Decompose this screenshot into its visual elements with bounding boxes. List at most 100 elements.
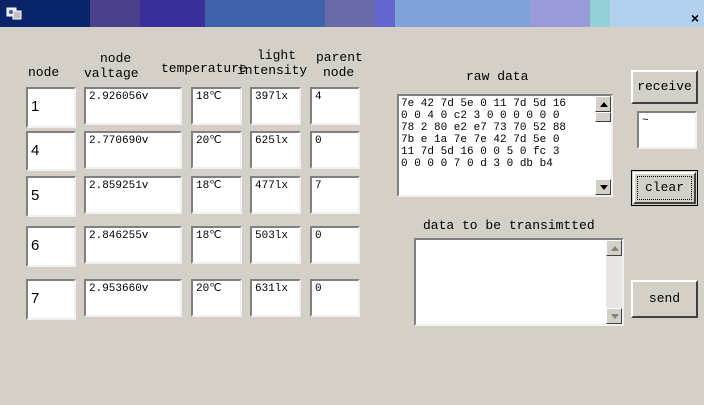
- header-light-line2: intensity: [237, 63, 308, 78]
- parent-node-field[interactable]: 0: [310, 279, 360, 317]
- raw-data-textarea[interactable]: 7e 42 7d 5e 0 11 7d 5d 16 0 0 4 0 c2 3 0…: [397, 94, 613, 197]
- down-arrow-icon: [600, 185, 608, 190]
- light-field[interactable]: 631lx: [250, 279, 301, 317]
- clear-button[interactable]: clear: [631, 170, 698, 206]
- down-arrow-icon: [611, 314, 619, 319]
- scroll-down-button[interactable]: [606, 308, 622, 324]
- temperature-field[interactable]: 18℃: [191, 226, 242, 264]
- temperature-field[interactable]: 20℃: [191, 279, 242, 317]
- raw-data-scrollbar[interactable]: [595, 96, 611, 195]
- title-bar: [0, 0, 704, 27]
- receive-button-label: receive: [637, 79, 692, 94]
- title-segment: [530, 0, 590, 27]
- node-id-value: 1: [31, 98, 40, 115]
- temperature-value: 18℃: [196, 91, 222, 103]
- parent-node-value: 4: [315, 91, 322, 103]
- voltage-field[interactable]: 2.926056v: [84, 87, 182, 125]
- light-value: 477lx: [255, 180, 289, 192]
- node-id-value: 4: [31, 142, 40, 159]
- voltage-field[interactable]: 2.953660v: [84, 279, 182, 317]
- voltage-value: 2.953660v: [89, 283, 149, 295]
- node-id-field[interactable]: 1: [26, 87, 76, 128]
- header-voltage-line1: node: [100, 51, 132, 66]
- transmit-scrollbar[interactable]: [606, 240, 622, 324]
- light-field[interactable]: 503lx: [250, 226, 301, 264]
- clear-button-label: clear: [644, 180, 684, 195]
- parent-node-value: 0: [315, 135, 322, 147]
- raw-data-line: 7e 42 7d 5e 0 11 7d 5d 16: [401, 98, 567, 110]
- title-segment: [90, 0, 140, 27]
- raw-data-content: 7e 42 7d 5e 0 11 7d 5d 16 0 0 4 0 c2 3 0…: [401, 98, 566, 170]
- temperature-value: 20℃: [196, 135, 222, 147]
- header-light-line1: light: [257, 48, 297, 63]
- header-parent-line2: node: [323, 65, 355, 80]
- node-id-value: 5: [31, 187, 40, 204]
- temperature-field[interactable]: 18℃: [191, 176, 242, 214]
- light-value: 503lx: [255, 230, 289, 242]
- clear-button-bevel: clear: [633, 172, 696, 204]
- scroll-thumb[interactable]: [595, 112, 611, 122]
- parent-node-field[interactable]: 7: [310, 176, 360, 214]
- raw-data-label: raw data: [466, 69, 529, 84]
- send-button-label: send: [648, 291, 681, 306]
- voltage-field[interactable]: 2.846255v: [84, 226, 182, 264]
- receive-field-value: ~: [642, 115, 649, 127]
- temperature-value: 20℃: [196, 283, 222, 295]
- raw-data-line: 0 0 0 0 7 0 d 3 0 db b4: [401, 158, 553, 170]
- parent-node-value: 0: [315, 283, 322, 295]
- receive-button[interactable]: receive: [631, 70, 698, 104]
- header-temperature: temperature: [161, 61, 247, 76]
- node-id-value: 7: [31, 290, 40, 307]
- focus-rect: clear: [637, 176, 692, 200]
- title-segment: [325, 0, 375, 27]
- scroll-down-button[interactable]: [595, 179, 611, 195]
- header-voltage-line2: valtage: [84, 66, 139, 81]
- app-icon: [5, 5, 23, 21]
- light-field[interactable]: 625lx: [250, 131, 301, 169]
- parent-node-value: 0: [315, 230, 322, 242]
- voltage-value: 2.926056v: [89, 91, 149, 103]
- up-arrow-icon: [611, 246, 619, 251]
- header-parent-line1: parent: [316, 50, 363, 65]
- receive-field[interactable]: ~: [637, 111, 697, 149]
- raw-data-line: 7b e 1a 7e 7e 42 7d 5e 0: [401, 134, 560, 146]
- title-segment: [140, 0, 205, 27]
- node-id-field[interactable]: 5: [26, 176, 76, 217]
- title-segment: [205, 0, 325, 27]
- voltage-field[interactable]: 2.859251v: [84, 176, 182, 214]
- close-button[interactable]: ×: [686, 10, 704, 26]
- parent-node-field[interactable]: 0: [310, 131, 360, 169]
- light-field[interactable]: 477lx: [250, 176, 301, 214]
- header-node: node: [28, 65, 60, 80]
- node-id-field[interactable]: 6: [26, 226, 76, 267]
- close-icon: ×: [690, 10, 700, 26]
- voltage-field[interactable]: 2.770690v: [84, 131, 182, 169]
- light-field[interactable]: 397lx: [250, 87, 301, 125]
- light-value: 631lx: [255, 283, 289, 295]
- node-id-field[interactable]: 7: [26, 279, 76, 320]
- voltage-value: 2.859251v: [89, 180, 149, 192]
- temperature-field[interactable]: 18℃: [191, 87, 242, 125]
- parent-node-field[interactable]: 0: [310, 226, 360, 264]
- node-id-value: 6: [31, 237, 40, 254]
- node-id-field[interactable]: 4: [26, 131, 76, 171]
- up-arrow-icon: [600, 102, 608, 107]
- temperature-field[interactable]: 20℃: [191, 131, 242, 169]
- transmit-label: data to be transimtted: [423, 218, 595, 233]
- parent-node-field[interactable]: 4: [310, 87, 360, 125]
- scroll-up-button[interactable]: [595, 96, 611, 112]
- title-segment: [590, 0, 610, 27]
- raw-data-line: 0 0 4 0 c2 3 0 0 0 0 0 0: [401, 110, 560, 122]
- voltage-value: 2.846255v: [89, 230, 149, 242]
- raw-data-line: 11 7d 5d 16 0 0 5 0 fc 3: [401, 146, 560, 158]
- title-segment: [375, 0, 395, 27]
- light-value: 625lx: [255, 135, 289, 147]
- parent-node-value: 7: [315, 180, 322, 192]
- temperature-value: 18℃: [196, 230, 222, 242]
- raw-data-line: 78 2 80 e2 e7 73 70 52 88: [401, 122, 567, 134]
- transmit-textarea[interactable]: [414, 238, 624, 326]
- send-button[interactable]: send: [631, 280, 698, 318]
- scroll-up-button[interactable]: [606, 240, 622, 256]
- voltage-value: 2.770690v: [89, 135, 149, 147]
- temperature-value: 18℃: [196, 180, 222, 192]
